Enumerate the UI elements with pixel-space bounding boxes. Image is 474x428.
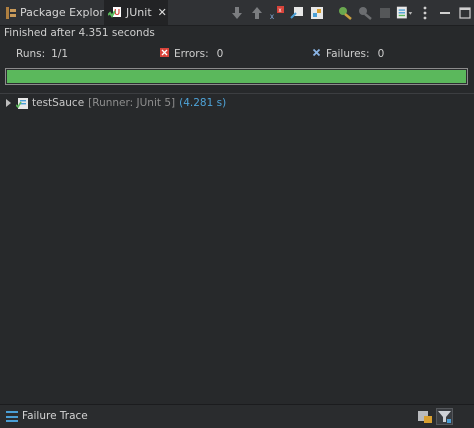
progress-bar: [5, 68, 468, 85]
runs-label: Runs:: [16, 48, 46, 60]
test-suite-success-icon: [15, 97, 29, 110]
stop-test-run-icon[interactable]: [376, 4, 394, 22]
minimize-icon[interactable]: [436, 4, 454, 22]
failure-icon: [312, 48, 321, 60]
failure-trace-icon: [6, 411, 18, 422]
failures-label: Failures:: [326, 48, 370, 60]
run-status-message: Finished after 4.351 seconds: [4, 27, 155, 39]
failures-counter: Failures: 0: [312, 48, 384, 60]
tab-junit[interactable]: U JUnit ✕: [104, 0, 168, 25]
progress-bar-fill: [7, 70, 466, 83]
test-run-history-icon[interactable]: [396, 4, 414, 22]
compare-results-icon[interactable]: [417, 408, 434, 425]
junit-toolbar: x x: [228, 3, 474, 23]
junit-icon: U: [107, 6, 122, 20]
failure-trace-label: Failure Trace: [22, 410, 88, 422]
expand-arrow-icon[interactable]: [6, 99, 11, 107]
divider: [0, 93, 474, 94]
next-failure-icon[interactable]: [228, 4, 246, 22]
tab-package-explorer-label: Package Explorer: [20, 6, 115, 19]
test-runner: [Runner: JUnit 5]: [88, 97, 176, 109]
rerun-test-icon[interactable]: [336, 4, 354, 22]
maximize-icon[interactable]: [456, 4, 474, 22]
scroll-lock-icon[interactable]: [288, 4, 306, 22]
toolbar-separator: [328, 4, 334, 22]
show-skipped-icon[interactable]: [308, 4, 326, 22]
test-tree-item[interactable]: testSauce [Runner: JUnit 5] (4.281 s): [6, 96, 226, 110]
errors-value: 0: [216, 48, 224, 60]
runs-counter: Runs: 1/1: [16, 48, 68, 60]
filter-stack-trace-icon[interactable]: [436, 408, 453, 425]
rerun-failures-first-icon[interactable]: [356, 4, 374, 22]
view-tab-bar: Package Explorer U JUnit ✕ x x: [0, 0, 474, 26]
failure-trace-header: Failure Trace: [0, 404, 474, 428]
tab-junit-label: JUnit: [126, 6, 152, 19]
tab-package-explorer[interactable]: Package Explorer: [0, 0, 115, 25]
svg-text:x: x: [279, 8, 282, 14]
test-duration: (4.281 s): [179, 97, 227, 109]
previous-failure-icon[interactable]: [248, 4, 266, 22]
view-menu-icon[interactable]: [416, 4, 434, 22]
error-icon: [160, 48, 169, 60]
test-counters: Runs: 1/1 Errors: 0 Failures: 0: [0, 48, 474, 62]
show-failures-only-icon[interactable]: x x: [268, 4, 286, 22]
close-icon[interactable]: ✕: [158, 6, 167, 19]
errors-counter: Errors: 0: [160, 48, 223, 60]
runs-value: 1/1: [51, 48, 69, 60]
svg-text:x: x: [270, 12, 274, 21]
failures-value: 0: [377, 48, 385, 60]
test-name: testSauce: [32, 97, 85, 109]
errors-label: Errors:: [174, 48, 209, 60]
package-explorer-icon: [6, 6, 16, 19]
